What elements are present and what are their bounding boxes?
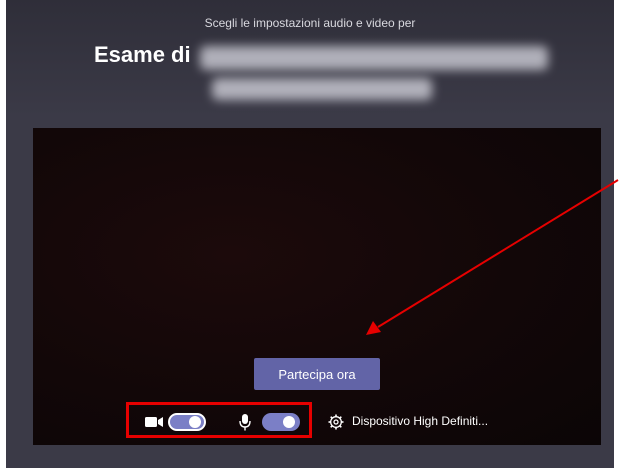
blurred-title-line-2 <box>212 78 432 100</box>
device-settings-label[interactable]: Dispositivo High Definiti... <box>352 414 488 428</box>
prejoin-subtitle: Scegli le impostazioni audio e video per <box>204 16 416 30</box>
meeting-title: Esame di <box>94 42 191 67</box>
video-preview: Partecipa ora Dispositivo High Definiti.… <box>33 128 601 445</box>
device-controls: Dispositivo High Definiti... <box>33 408 601 436</box>
microphone-toggle[interactable] <box>262 413 300 431</box>
blurred-title-line-1 <box>200 46 548 70</box>
camera-toggle[interactable] <box>168 413 206 431</box>
join-now-button[interactable]: Partecipa ora <box>254 358 380 390</box>
gear-icon[interactable] <box>328 414 344 430</box>
prejoin-screen: Scegli le impostazioni audio e video per… <box>6 0 614 468</box>
microphone-icon <box>239 414 251 431</box>
microphone-toggle-knob <box>283 416 295 428</box>
camera-toggle-knob <box>189 416 201 428</box>
camera-icon <box>145 417 163 427</box>
